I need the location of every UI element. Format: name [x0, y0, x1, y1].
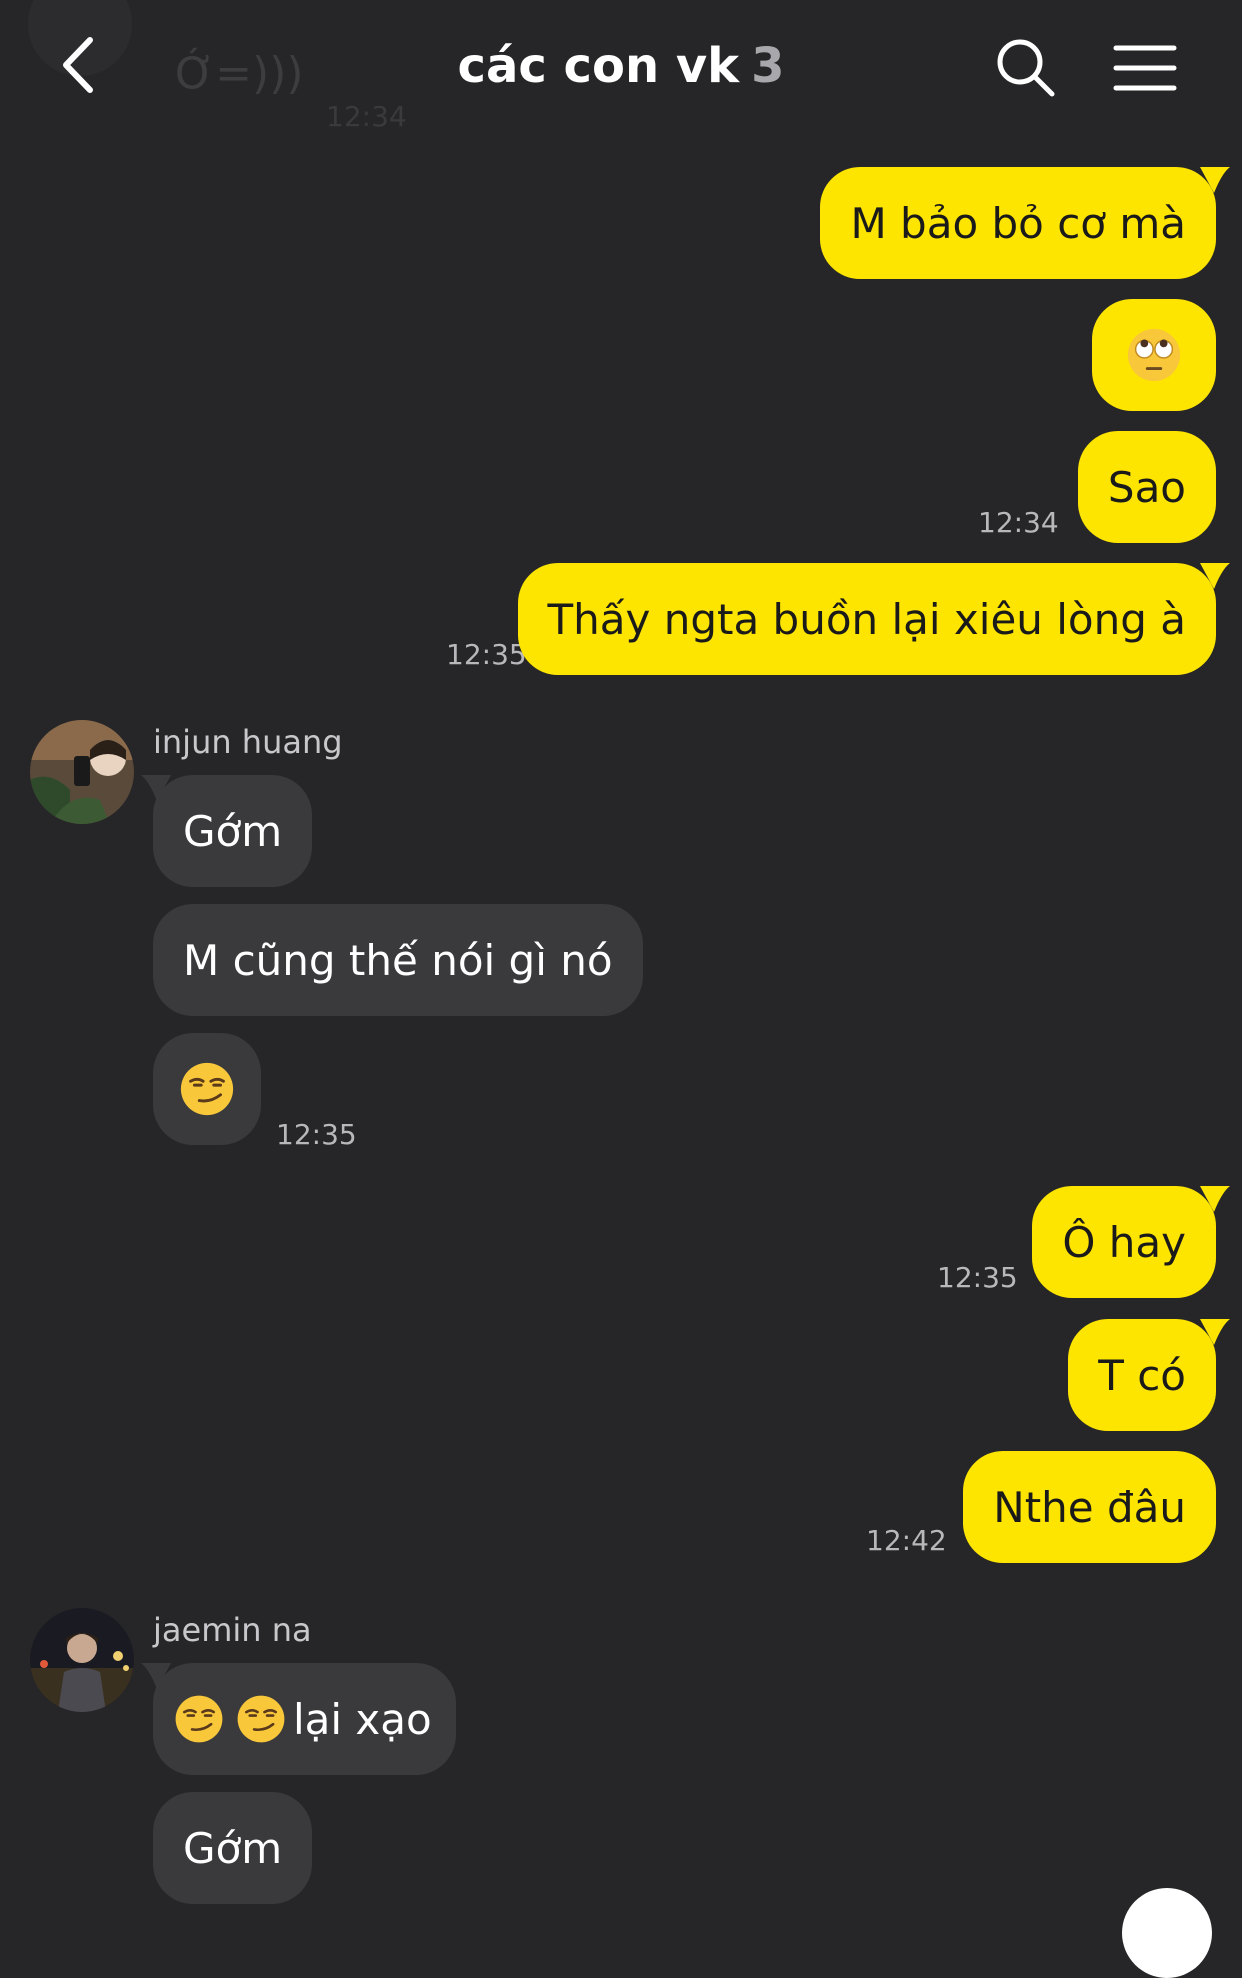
avatar[interactable]: [30, 1608, 134, 1712]
bubble-tail: [141, 775, 171, 801]
message-timestamp: 12:34: [978, 506, 1059, 539]
sender-name: jaemin na: [153, 1611, 312, 1649]
their-message-bubble[interactable]: [153, 1033, 261, 1145]
profile-photo: [30, 720, 134, 824]
my-message-bubble[interactable]: Sao: [1077, 431, 1216, 543]
message-timestamp: 12:42: [866, 1524, 947, 1557]
their-message-bubble[interactable]: Gớm: [153, 1792, 313, 1904]
my-message-bubble[interactable]: Thấy ngta buồn lại xiêu lòng à: [517, 563, 1230, 675]
scroll-to-bottom-button[interactable]: [1122, 1888, 1212, 1978]
bubble-tail: [141, 1663, 171, 1689]
smirking-face-icon: [180, 1062, 234, 1116]
menu-button[interactable]: [1110, 38, 1180, 98]
scrolled-message-time: 12:34: [326, 100, 407, 133]
profile-photo: [30, 1608, 134, 1712]
message-text: Gớm: [183, 1823, 283, 1873]
avatar[interactable]: [30, 720, 134, 824]
my-message-bubble[interactable]: Nthe đâu: [963, 1451, 1216, 1563]
hamburger-menu-icon: [1113, 45, 1177, 91]
my-message-bubble[interactable]: [1092, 299, 1216, 411]
message-text: Ô hay: [1062, 1217, 1186, 1267]
message-text: M bảo bỏ cơ mà: [850, 198, 1186, 248]
smirking-face-icon: [175, 1695, 223, 1743]
member-count: 3: [751, 38, 785, 94]
face-with-rolling-eyes-icon: [1127, 328, 1181, 382]
bubble-tail: [1200, 167, 1230, 193]
their-message-bubble[interactable]: M cũng thế nói gì nó: [153, 904, 643, 1016]
message-text: lại xạo: [293, 1694, 432, 1744]
sender-name: injun huang: [153, 723, 343, 761]
my-message-bubble[interactable]: M bảo bỏ cơ mà: [820, 167, 1230, 279]
message-text: M cũng thế nói gì nó: [183, 935, 613, 985]
my-message-bubble[interactable]: T có: [1068, 1319, 1230, 1431]
their-message-bubble[interactable]: Gớm: [141, 775, 313, 887]
message-timestamp: 12:35: [446, 638, 527, 671]
smirking-face-icon: [237, 1695, 285, 1743]
message-text: Nthe đâu: [993, 1482, 1186, 1532]
search-button[interactable]: [990, 32, 1060, 102]
my-message-bubble[interactable]: Ô hay: [1032, 1186, 1230, 1298]
bubble-tail: [1200, 1186, 1230, 1212]
bubble-tail: [1200, 1319, 1230, 1345]
message-text: Gớm: [183, 806, 283, 856]
chat-header: Ớ=))) 12:34 các con vk 3: [0, 0, 1242, 140]
message-text: Thấy ngta buồn lại xiêu lòng à: [547, 594, 1187, 644]
message-text: Sao: [1107, 462, 1186, 512]
bubble-tail: [1200, 563, 1230, 589]
message-timestamp: 12:35: [937, 1261, 1018, 1294]
search-icon: [997, 39, 1055, 97]
message-timestamp: 12:35: [276, 1118, 357, 1151]
message-text: T có: [1098, 1350, 1186, 1400]
their-message-bubble[interactable]: lại xạo: [141, 1663, 456, 1775]
chat-name: các con vk: [457, 38, 740, 94]
